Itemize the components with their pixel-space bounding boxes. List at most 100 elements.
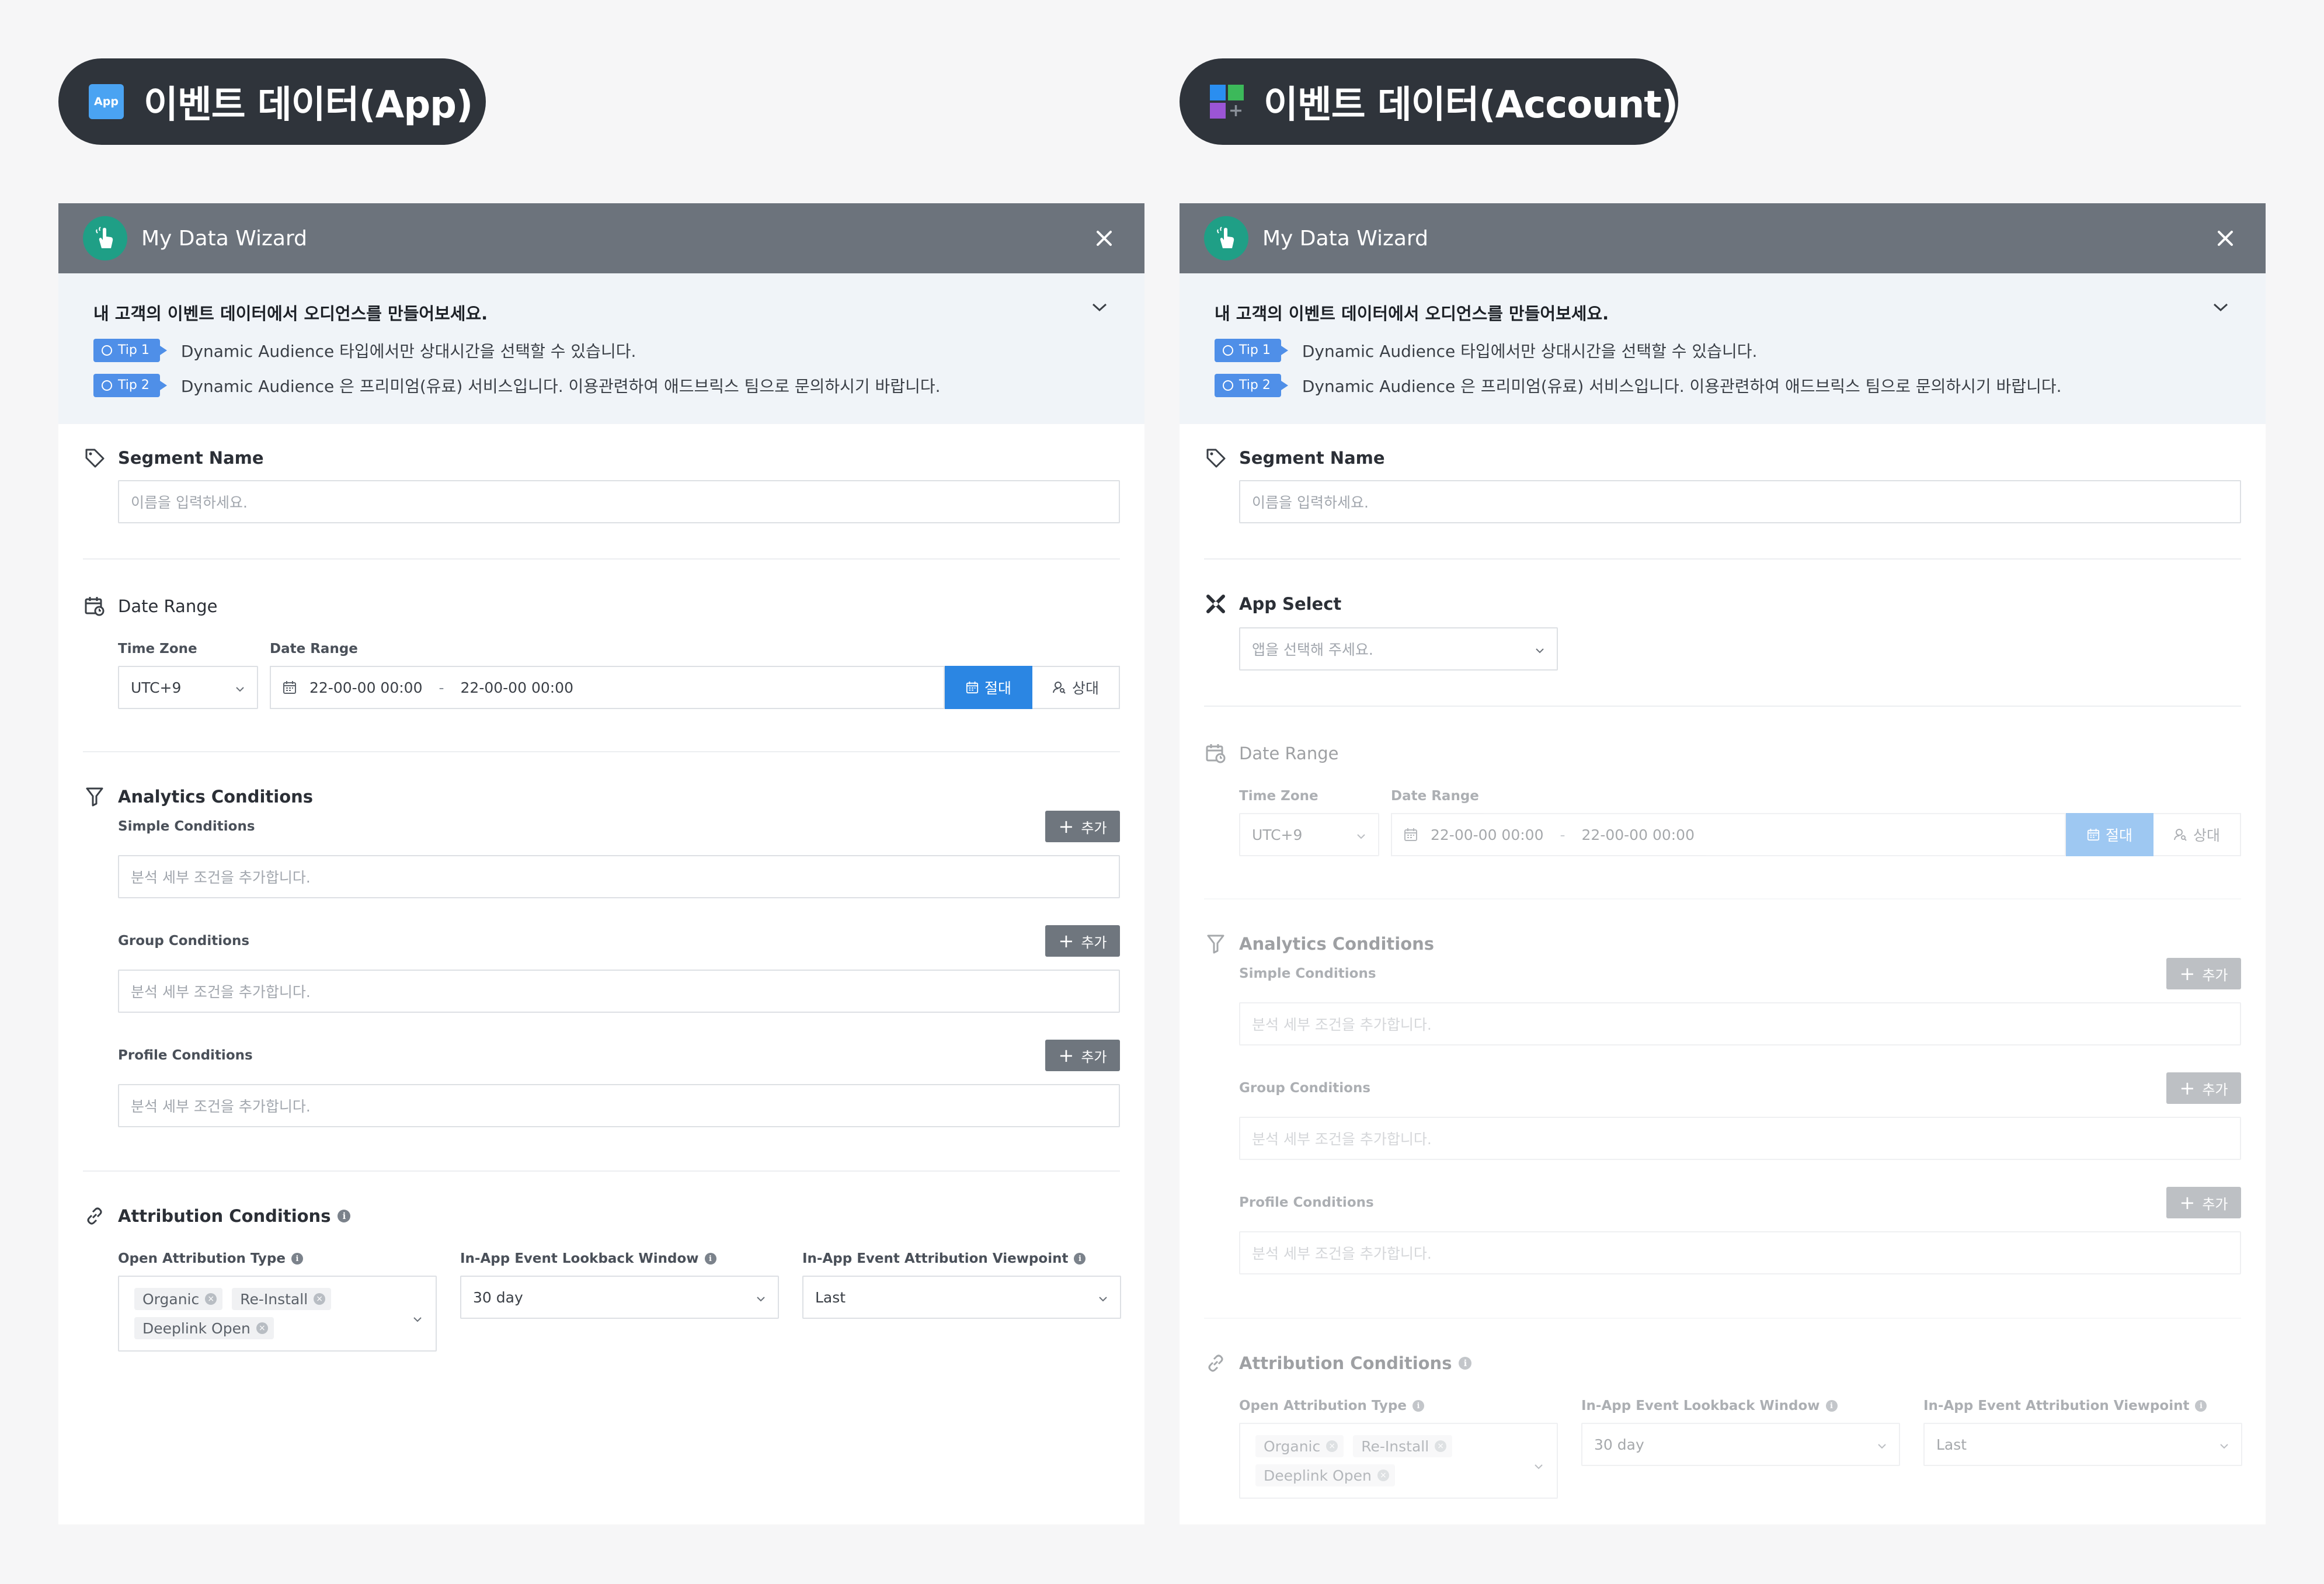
tips-intro: 내 고객의 이벤트 데이터에서 오디언스를 만들어보세요. — [1215, 304, 1609, 324]
info-icon[interactable]: i — [704, 1253, 716, 1265]
lightbulb-icon — [1223, 345, 1233, 356]
segment-section: Segment Name 이름을 입력하세요. — [1204, 424, 2241, 560]
tip-text: Dynamic Audience 은 프리미엄(유료) 서비스입니다. 이용관련… — [1302, 377, 2062, 396]
chevron-down-icon — [1356, 826, 1366, 843]
tag-deeplink-open: Deeplink Open × — [134, 1317, 274, 1339]
chevron-down-icon[interactable] — [2212, 301, 2229, 315]
info-icon[interactable]: i — [1074, 1253, 1086, 1265]
calendar-icon — [2087, 828, 2100, 841]
open-attribution-label: Open Attribution Type i — [118, 1251, 303, 1266]
filter-icon — [1204, 932, 1227, 956]
viewpoint-select[interactable]: Last — [1923, 1423, 2242, 1466]
profile-conditions-input[interactable]: 분석 세부 조건을 추가합니다. — [1239, 1231, 2241, 1274]
wizard-content: Segment Name 이름을 입력하세요. App Select 앱을 선택… — [1180, 424, 2266, 1524]
chevron-down-icon — [235, 679, 245, 696]
relative-button[interactable]: 상대 — [1032, 666, 1120, 709]
relative-label: 상대 — [2193, 827, 2220, 844]
relative-button[interactable]: 상대 — [2153, 813, 2241, 856]
analytics-label: Analytics Conditions — [118, 787, 314, 807]
chevron-down-icon[interactable] — [1091, 301, 1108, 315]
date-range-section: Date Range Time Zone Date Range UTC+9 22… — [1204, 707, 2241, 899]
remove-tag-icon[interactable]: × — [1377, 1470, 1389, 1481]
group-conditions-label: Group Conditions — [1239, 1081, 1371, 1096]
mosaic-icon — [1210, 85, 1244, 119]
attribution-label: Attribution Conditions — [118, 1206, 331, 1226]
group-conditions-input[interactable]: 분석 세부 조건을 추가합니다. — [1239, 1117, 2241, 1160]
lookback-value: 30 day — [1594, 1436, 1644, 1453]
plus-icon: + — [1058, 1044, 1074, 1067]
open-attribution-select[interactable]: Organic × Re-Install × Deeplink Open × — [118, 1276, 437, 1352]
analytics-section: Analytics Conditions Simple Conditions +… — [1204, 899, 2241, 1319]
remove-tag-icon[interactable]: × — [1435, 1440, 1447, 1452]
segment-name-input[interactable]: 이름을 입력하세요. — [118, 480, 1120, 523]
calendar-icon — [283, 680, 297, 694]
plus-icon: + — [1058, 815, 1074, 838]
timezone-select[interactable]: UTC+9 — [1239, 813, 1379, 856]
add-group-condition-button[interactable]: + 추가 — [1045, 925, 1120, 957]
tag-deeplink-open: Deeplink Open × — [1255, 1464, 1395, 1486]
date-range-input[interactable]: 22-00-00 00:00 - 22-00-00 00:00 — [270, 666, 945, 709]
remove-tag-icon[interactable]: × — [314, 1293, 326, 1305]
title-pill-app: App 이벤트 데이터(App) — [58, 58, 486, 145]
profile-conditions-input[interactable]: 분석 세부 조건을 추가합니다. — [118, 1084, 1120, 1127]
add-profile-condition-button[interactable]: + 추가 — [1045, 1040, 1120, 1071]
info-icon[interactable]: i — [1459, 1357, 1472, 1370]
info-icon[interactable]: i — [338, 1210, 351, 1222]
tag-icon — [83, 446, 106, 470]
range-label: Date Range — [270, 641, 358, 656]
open-attribution-select[interactable]: Organic × Re-Install × Deeplink Open × — [1239, 1423, 1558, 1499]
wizard-panel-app: My Data Wizard 내 고객의 이벤트 데이터에서 오디언스를 만들어… — [58, 203, 1144, 1524]
simple-conditions-input[interactable]: 분석 세부 조건을 추가합니다. — [118, 855, 1120, 898]
add-simple-condition-button[interactable]: + 추가 — [1045, 811, 1120, 842]
absolute-button[interactable]: 절대 — [945, 666, 1032, 709]
remove-tag-icon[interactable]: × — [1326, 1440, 1338, 1452]
plus-icon: + — [2179, 963, 2196, 985]
chevron-down-icon — [1533, 1457, 1544, 1474]
wizard-panel-account: My Data Wizard 내 고객의 이벤트 데이터에서 오디언스를 만들어… — [1180, 203, 2266, 1524]
close-icon[interactable] — [2211, 224, 2240, 253]
app-select-placeholder: 앱을 선택해 주세요. — [1252, 641, 1373, 658]
lookback-label: In-App Event Lookback Window i — [1581, 1398, 1838, 1413]
simple-conditions-input[interactable]: 분석 세부 조건을 추가합니다. — [1239, 1002, 2241, 1045]
close-icon[interactable] — [1090, 224, 1119, 253]
tips-box: 내 고객의 이벤트 데이터에서 오디언스를 만들어보세요. Tip 1 Dyna… — [1180, 273, 2266, 424]
tip-badge: Tip 2 — [1215, 374, 1288, 397]
viewpoint-select[interactable]: Last — [802, 1276, 1121, 1319]
simple-conditions-label: Simple Conditions — [118, 819, 255, 834]
tip-badge: Tip 1 — [1215, 339, 1288, 362]
chevron-down-icon — [2219, 1436, 2229, 1453]
info-icon[interactable]: i — [291, 1253, 303, 1265]
viewpoint-label: In-App Event Attribution Viewpoint i — [1923, 1398, 2207, 1413]
add-simple-condition-button[interactable]: + 추가 — [2166, 958, 2241, 989]
add-group-condition-button[interactable]: + 추가 — [2166, 1072, 2241, 1104]
tip-text: Dynamic Audience 타입에서만 상대시간을 선택할 수 있습니다. — [180, 342, 636, 361]
absolute-label: 절대 — [2105, 827, 2132, 844]
info-icon[interactable]: i — [1412, 1400, 1424, 1412]
filter-icon — [83, 785, 106, 808]
info-icon[interactable]: i — [2195, 1400, 2207, 1412]
remove-tag-icon[interactable]: × — [205, 1293, 217, 1305]
date-range-input[interactable]: 22-00-00 00:00 - 22-00-00 00:00 — [1391, 813, 2066, 856]
app-select-dropdown[interactable]: 앱을 선택해 주세요. — [1239, 627, 1558, 671]
add-profile-condition-button[interactable]: + 추가 — [2166, 1187, 2241, 1218]
absolute-button[interactable]: 절대 — [2066, 813, 2153, 856]
group-conditions-input[interactable]: 분석 세부 조건을 추가합니다. — [118, 970, 1120, 1013]
user-search-icon — [2173, 828, 2187, 842]
calendar-icon — [966, 681, 979, 694]
lookback-select[interactable]: 30 day — [460, 1276, 779, 1319]
lookback-select[interactable]: 30 day — [1581, 1423, 1900, 1466]
tip-text: Dynamic Audience 은 프리미엄(유료) 서비스입니다. 이용관련… — [180, 377, 941, 396]
calendar-clock-icon — [1204, 742, 1227, 765]
calendar-clock-icon — [83, 595, 106, 618]
info-icon[interactable]: i — [1825, 1400, 1838, 1412]
segment-name-input[interactable]: 이름을 입력하세요. — [1239, 480, 2241, 523]
date-start: 22-00-00 00:00 — [1431, 826, 1544, 843]
analytics-label: Analytics Conditions — [1239, 934, 1435, 954]
app-select-label: App Select — [1239, 594, 1342, 614]
profile-conditions-label: Profile Conditions — [1239, 1195, 1374, 1210]
timezone-label: Time Zone — [118, 641, 197, 656]
chevron-down-icon — [756, 1289, 766, 1306]
remove-tag-icon[interactable]: × — [256, 1322, 268, 1334]
timezone-select[interactable]: UTC+9 — [118, 666, 258, 709]
lookback-label: In-App Event Lookback Window i — [460, 1251, 716, 1266]
